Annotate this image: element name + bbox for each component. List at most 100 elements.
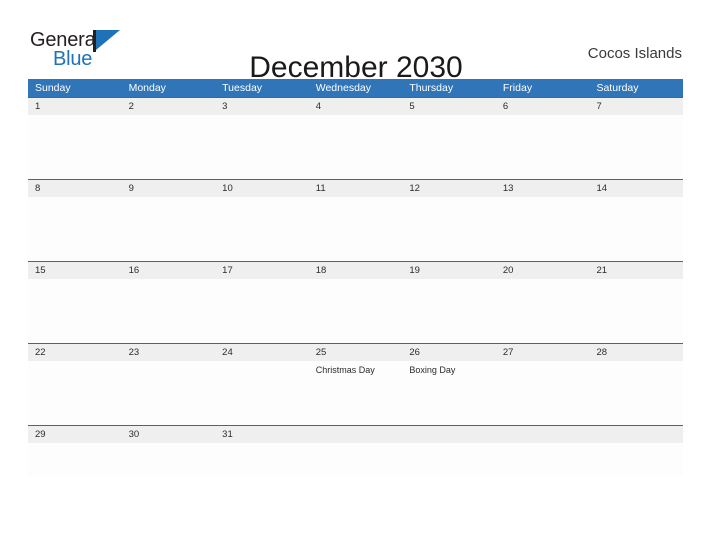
day-cell[interactable] (122, 279, 216, 343)
day-cell[interactable] (589, 115, 683, 179)
day-number[interactable]: 4 (309, 98, 403, 115)
week-event-area: Christmas Day Boxing Day (28, 361, 683, 425)
day-number[interactable]: 3 (215, 98, 309, 115)
day-cell[interactable] (496, 197, 590, 261)
day-number[interactable]: 14 (589, 180, 683, 197)
day-cell[interactable] (28, 197, 122, 261)
weekday-header-thursday: Thursday (409, 82, 454, 94)
weekday-header-row: Sunday Monday Tuesday Wednesday Thursday… (28, 79, 683, 97)
day-cell[interactable] (496, 361, 590, 425)
day-cell[interactable] (496, 115, 590, 179)
day-number[interactable]: 8 (28, 180, 122, 197)
day-cell[interactable] (496, 279, 590, 343)
day-cell[interactable] (309, 197, 403, 261)
week-date-band: 15 16 17 18 19 20 21 (28, 262, 683, 279)
day-cell[interactable] (589, 361, 683, 425)
day-cell-empty (496, 443, 590, 477)
day-number[interactable]: 26 (402, 344, 496, 361)
day-number[interactable]: 16 (122, 262, 216, 279)
day-cell[interactable] (309, 115, 403, 179)
day-number[interactable]: 18 (309, 262, 403, 279)
day-number[interactable]: 6 (496, 98, 590, 115)
day-number[interactable]: 13 (496, 180, 590, 197)
day-cell[interactable] (215, 279, 309, 343)
day-number[interactable]: 27 (496, 344, 590, 361)
day-cell[interactable] (589, 197, 683, 261)
day-number[interactable]: 11 (309, 180, 403, 197)
day-number-empty (402, 426, 496, 443)
day-number[interactable]: 12 (402, 180, 496, 197)
week-date-band: 29 30 31 (28, 426, 683, 443)
day-cell[interactable] (122, 361, 216, 425)
event-label: Boxing Day (409, 365, 456, 375)
week-event-area (28, 197, 683, 261)
day-cell-empty (402, 443, 496, 477)
event-label: Christmas Day (315, 365, 375, 375)
day-number[interactable]: 15 (28, 262, 122, 279)
day-number[interactable]: 19 (402, 262, 496, 279)
weekday-header-tuesday: Tuesday (222, 82, 263, 94)
day-number[interactable]: 10 (215, 180, 309, 197)
calendar-week-row: 29 30 31 (28, 425, 683, 477)
weekday-header-monday: Monday (128, 82, 166, 94)
day-cell[interactable]: Boxing Day (402, 361, 496, 425)
day-number[interactable]: 21 (589, 262, 683, 279)
day-cell[interactable] (122, 443, 216, 477)
day-number[interactable]: 17 (215, 262, 309, 279)
day-cell[interactable] (215, 361, 309, 425)
day-cell[interactable] (215, 197, 309, 261)
page-header: General Blue December 2030 Cocos Islands (0, 0, 712, 84)
day-cell[interactable] (122, 115, 216, 179)
day-cell[interactable]: Christmas Day (309, 361, 403, 425)
day-cell[interactable] (215, 443, 309, 477)
day-cell[interactable] (589, 279, 683, 343)
day-number-empty (589, 426, 683, 443)
day-cell[interactable] (28, 279, 122, 343)
day-number[interactable]: 20 (496, 262, 590, 279)
day-number[interactable]: 24 (215, 344, 309, 361)
day-number[interactable]: 22 (28, 344, 122, 361)
day-number[interactable]: 30 (122, 426, 216, 443)
day-number[interactable]: 25 (309, 344, 403, 361)
day-cell[interactable] (28, 115, 122, 179)
day-cell[interactable] (28, 443, 122, 477)
day-number[interactable]: 5 (402, 98, 496, 115)
calendar-week-row: 15 16 17 18 19 20 21 (28, 261, 683, 343)
day-cell[interactable] (122, 197, 216, 261)
day-number[interactable]: 31 (215, 426, 309, 443)
day-cell[interactable] (402, 197, 496, 261)
day-cell[interactable] (309, 279, 403, 343)
calendar-grid: Sunday Monday Tuesday Wednesday Thursday… (28, 79, 683, 477)
day-number[interactable]: 2 (122, 98, 216, 115)
week-date-band: 22 23 24 25 26 27 28 (28, 344, 683, 361)
week-event-area (28, 443, 683, 477)
day-number[interactable]: 29 (28, 426, 122, 443)
weekday-header-wednesday: Wednesday (315, 82, 371, 94)
week-event-area (28, 279, 683, 343)
weekday-header-friday: Friday (502, 82, 533, 94)
day-cell[interactable] (215, 115, 309, 179)
day-number[interactable]: 23 (122, 344, 216, 361)
day-cell[interactable] (402, 279, 496, 343)
day-number[interactable]: 9 (122, 180, 216, 197)
weekday-header-sunday: Sunday (35, 82, 71, 94)
blue-triangle-flag-icon (96, 30, 120, 50)
week-date-band: 8 9 10 11 12 13 14 (28, 180, 683, 197)
calendar-page: General Blue December 2030 Cocos Islands… (0, 0, 712, 550)
day-number[interactable]: 1 (28, 98, 122, 115)
calendar-week-row: 22 23 24 25 26 27 28 Christmas Day Boxin… (28, 343, 683, 425)
weekday-header-saturday: Saturday (596, 82, 639, 94)
day-number[interactable]: 28 (589, 344, 683, 361)
day-number-empty (496, 426, 590, 443)
day-cell-empty (589, 443, 683, 477)
day-cell[interactable] (402, 115, 496, 179)
day-cell[interactable] (28, 361, 122, 425)
week-event-area (28, 115, 683, 179)
calendar-week-row: 1 2 3 4 5 6 7 (28, 97, 683, 179)
locale-label: Cocos Islands (587, 45, 682, 62)
calendar-week-row: 8 9 10 11 12 13 14 (28, 179, 683, 261)
day-number-empty (309, 426, 403, 443)
week-date-band: 1 2 3 4 5 6 7 (28, 98, 683, 115)
day-number[interactable]: 7 (589, 98, 683, 115)
day-cell-empty (309, 443, 403, 477)
